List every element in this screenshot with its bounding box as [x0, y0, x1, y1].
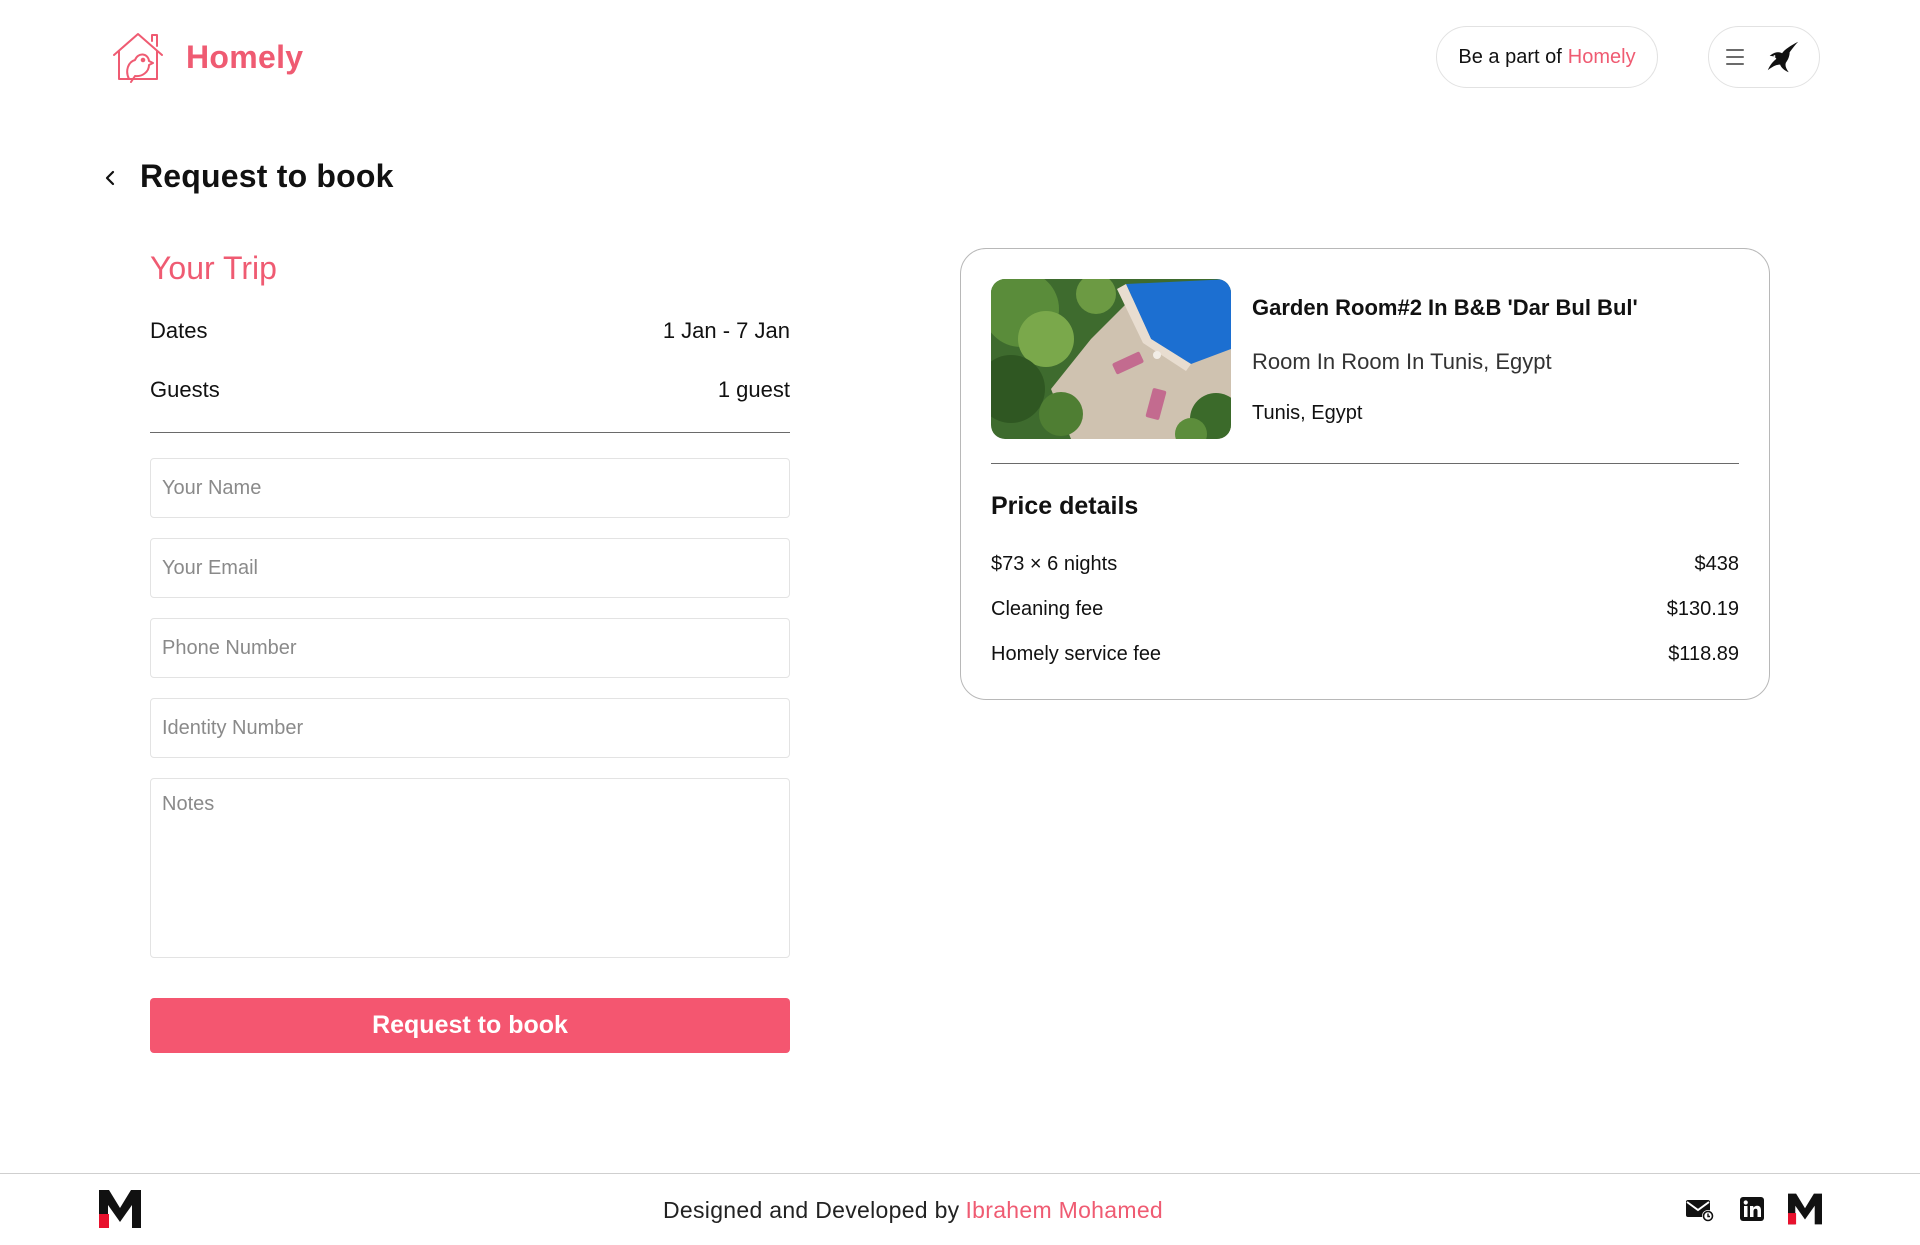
m-logo-icon[interactable]	[1788, 1192, 1822, 1226]
price-label: Cleaning fee	[991, 598, 1104, 620]
linkedin-icon[interactable]	[1737, 1194, 1767, 1224]
dates-label: Dates	[150, 318, 208, 343]
price-label: $73 × 6 nights	[991, 553, 1118, 575]
author-link[interactable]: Ibrahem Mohamed	[965, 1197, 1163, 1223]
price-row: Cleaning fee $130.19	[991, 598, 1739, 621]
credit-prefix: Designed and Developed by	[662, 1197, 960, 1223]
request-to-book-button[interactable]: Request to book	[150, 998, 790, 1053]
identity-input[interactable]	[150, 698, 790, 758]
dates-value: 1 Jan - 7 Jan	[662, 318, 790, 343]
price-row: $73 × 6 nights $438	[991, 553, 1739, 576]
brand-name: Homely	[186, 38, 304, 75]
notes-textarea[interactable]	[150, 778, 790, 958]
price-row: Homely service fee $118.89	[991, 643, 1739, 666]
host-prefix: Be a part of	[1458, 45, 1562, 68]
listing-card: Garden Room#2 In B&B 'Dar Bul Bul' Room …	[960, 248, 1770, 700]
brand-logo[interactable]: Homely	[108, 27, 303, 87]
listing-photo	[991, 279, 1231, 439]
trip-heading: Your Trip	[150, 250, 277, 286]
host-brand: Homely	[1567, 45, 1636, 68]
price-value: $438	[1694, 553, 1740, 575]
guests-row: Guests 1 guest	[150, 377, 790, 403]
header: Homely Be a part of Homely	[0, 0, 1920, 115]
page-title: Request to book	[140, 158, 394, 194]
guests-label: Guests	[150, 377, 220, 402]
dates-row: Dates 1 Jan - 7 Jan	[150, 318, 790, 344]
price-value: $118.89	[1668, 643, 1739, 665]
card-divider	[991, 463, 1739, 464]
mail-icon[interactable]	[1684, 1194, 1714, 1224]
guests-value: 1 guest	[717, 377, 790, 402]
hamburger-icon	[1726, 49, 1744, 65]
listing-type: Room In Room In Tunis, Egypt	[1252, 349, 1552, 374]
price-value: $130.19	[1666, 598, 1739, 620]
trip-divider	[150, 432, 790, 433]
price-label: Homely service fee	[991, 643, 1162, 665]
footer-credit: Designed and Developed by Ibrahem Mohamed	[0, 1197, 1826, 1224]
phone-input[interactable]	[150, 618, 790, 678]
listing-location: Tunis, Egypt	[1252, 402, 1363, 424]
user-menu-button[interactable]	[1708, 26, 1820, 88]
name-input[interactable]	[150, 458, 790, 518]
footer-divider	[0, 1173, 1920, 1174]
chevron-left-icon[interactable]	[100, 164, 122, 192]
swallow-bird-icon	[1767, 41, 1799, 73]
price-heading: Price details	[991, 492, 1139, 520]
email-input[interactable]	[150, 538, 790, 598]
become-host-button[interactable]: Be a part of Homely	[1436, 26, 1658, 88]
listing-photo-image	[991, 279, 1231, 439]
house-bird-icon	[113, 33, 163, 83]
listing-name: Garden Room#2 In B&B 'Dar Bul Bul'	[1252, 295, 1638, 320]
